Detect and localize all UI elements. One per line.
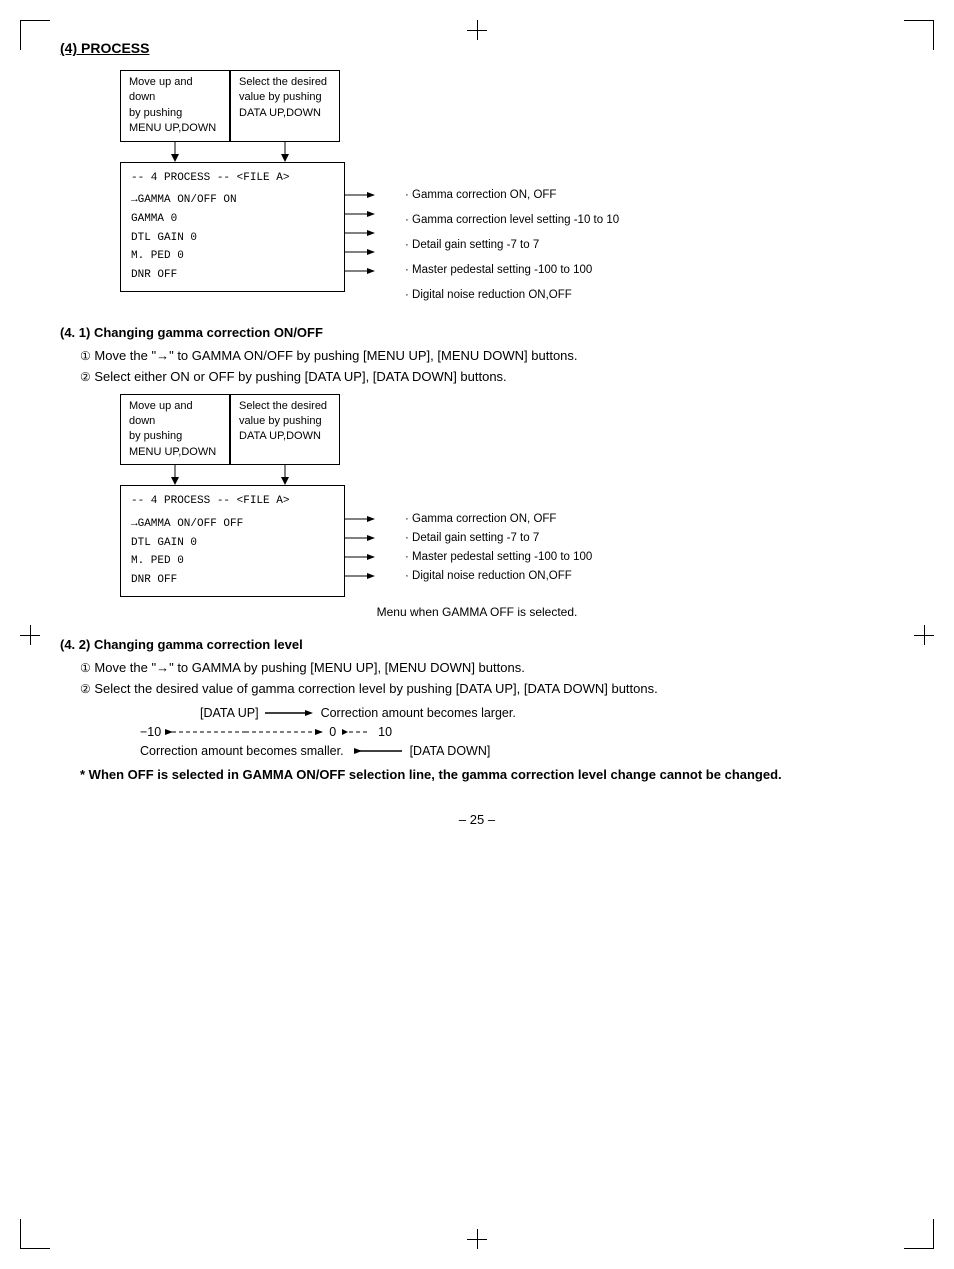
page-number: – 25 – bbox=[60, 812, 894, 827]
crosshair-left bbox=[20, 625, 40, 645]
arrow-annot-4 bbox=[345, 247, 377, 257]
section-title: (4) PROCESS bbox=[60, 40, 894, 56]
data-up-row: [DATA UP] Correction amount becomes larg… bbox=[200, 706, 894, 721]
crosshair-bottom bbox=[467, 1229, 487, 1249]
arrow-annot-3 bbox=[345, 228, 377, 238]
step-4-1-2: ② Select either ON or OFF by pushing [DA… bbox=[80, 369, 894, 384]
annot-2-3: · Master pedestal setting -100 to 100 bbox=[405, 547, 592, 566]
arrow-annot-2-2 bbox=[345, 533, 377, 543]
annot-2-2: · Detail gain setting -7 to 7 bbox=[405, 528, 592, 547]
diagram2-caption: Menu when GAMMA OFF is selected. bbox=[60, 605, 894, 619]
diagram1-annotations: · Gamma correction ON, OFF · Gamma corre… bbox=[405, 186, 619, 305]
section-4-2-title: (4. 2) Changing gamma correction level bbox=[60, 637, 894, 652]
data-select-box: Select the desired value by pushing DATA… bbox=[230, 70, 340, 142]
annot-1: · Gamma correction ON, OFF bbox=[405, 186, 619, 205]
warning-text: * When OFF is selected in GAMMA ON/OFF s… bbox=[80, 767, 894, 782]
data-select-box-2: Select the desired value by pushing DATA… bbox=[230, 394, 340, 466]
annot-3: · Detail gain setting -7 to 7 bbox=[405, 236, 619, 255]
scale-row: −10 0 10 bbox=[140, 725, 894, 740]
step-4-1-1: ① Move the "→" to GAMMA ON/OFF by pushin… bbox=[80, 348, 894, 363]
arrow-annot-1 bbox=[345, 190, 377, 200]
corner-mark-tr bbox=[904, 20, 934, 50]
section-4-1-title: (4. 1) Changing gamma correction ON/OFF bbox=[60, 325, 894, 340]
arrow-left-scale bbox=[342, 727, 372, 737]
arrow-right-data-up bbox=[265, 708, 315, 718]
crosshair-top bbox=[467, 20, 487, 40]
corner-mark-bl bbox=[20, 1219, 50, 1249]
arrow-left-data-down bbox=[354, 746, 404, 756]
arrow-annot-2 bbox=[345, 209, 377, 219]
crosshair-right bbox=[914, 625, 934, 645]
arrow-annot-2-1 bbox=[345, 514, 377, 524]
arrow-annot-2-4 bbox=[345, 571, 377, 581]
annot-2-4: · Digital noise reduction ON,OFF bbox=[405, 566, 592, 585]
annot-2: · Gamma correction level setting -10 to … bbox=[405, 211, 619, 230]
step-4-2-2: ② Select the desired value of gamma corr… bbox=[80, 681, 894, 696]
annot-2-1: · Gamma correction ON, OFF bbox=[405, 509, 592, 528]
arrow-annot-2-3 bbox=[345, 552, 377, 562]
diagram2-annotations: · Gamma correction ON, OFF · Detail gain… bbox=[405, 509, 592, 585]
menu-nav-box-2: Move up and down by pushing MENU UP,DOWN bbox=[120, 394, 230, 466]
arrow-down-right bbox=[279, 142, 291, 162]
process-menu-2: -- 4 PROCESS -- <FILE A> →GAMMA ON/OFF O… bbox=[120, 485, 345, 596]
scale-line bbox=[165, 725, 325, 739]
step-4-2-1: ① Move the "→" to GAMMA by pushing [MENU… bbox=[80, 660, 894, 675]
annot-5: · Digital noise reduction ON,OFF bbox=[405, 286, 619, 305]
arrow-down-right-2 bbox=[279, 465, 291, 485]
process-menu-1: -- 4 PROCESS -- <FILE A> →GAMMA ON/OFF O… bbox=[120, 162, 345, 292]
arrow-annot-5 bbox=[345, 266, 377, 276]
data-down-row: Correction amount becomes smaller. [DATA… bbox=[140, 744, 894, 759]
arrow-down-left bbox=[169, 142, 181, 162]
corner-mark-tl bbox=[20, 20, 50, 50]
annot-4: · Master pedestal setting -100 to 100 bbox=[405, 261, 619, 280]
corner-mark-br bbox=[904, 1219, 934, 1249]
menu-nav-box: Move up and down by pushing MENU UP,DOWN bbox=[120, 70, 230, 142]
arrow-down-left-2 bbox=[169, 465, 181, 485]
